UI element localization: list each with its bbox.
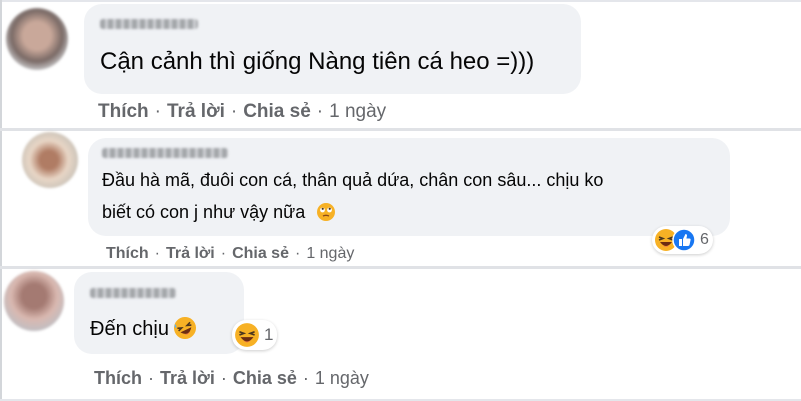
avatar[interactable] [22, 132, 78, 188]
comment-actions: Thích · Trả lời · Chia sẻ · 1 ngày [98, 101, 386, 123]
timestamp[interactable]: 1 ngày [306, 245, 354, 263]
reply-link[interactable]: Trả lời [160, 368, 215, 389]
share-link[interactable]: Chia sẻ [243, 101, 311, 123]
timestamp[interactable]: 1 ngày [315, 368, 369, 389]
like-link[interactable]: Thích [94, 368, 142, 389]
crop-divider [0, 128, 801, 131]
separator: · [220, 368, 227, 388]
comment-text-content: Đến chịu [90, 318, 169, 340]
comment-thread: Cận cảnh thì giống Nàng tiên cá heo =)))… [0, 0, 801, 401]
haha-reaction-icon [235, 323, 259, 347]
like-link[interactable]: Thích [98, 101, 149, 123]
timestamp[interactable]: 1 ngày [329, 101, 386, 123]
avatar[interactable] [6, 8, 68, 70]
reaction-summary[interactable]: 6 [652, 226, 713, 254]
frame-border-left [0, 0, 2, 401]
comment-bubble: Đến chịu [74, 272, 244, 354]
reply-link[interactable]: Trả lời [166, 245, 215, 263]
author-name-redacted[interactable] [90, 288, 176, 298]
avatar[interactable] [4, 271, 64, 331]
comment-text-line-2: biết có con j như vậy nữa [102, 202, 336, 223]
reaction-count: 1 [264, 325, 274, 344]
separator: · [154, 101, 161, 122]
frame-border-top [0, 0, 801, 2]
author-name-redacted[interactable] [100, 19, 198, 29]
separator: · [230, 101, 238, 122]
comment-text-line-1: Đầu hà mã, đuôi con cá, thân quả dứa, ch… [102, 170, 604, 190]
separator: · [220, 245, 227, 262]
like-link[interactable]: Thích [106, 245, 149, 263]
share-link[interactable]: Chia sẻ [232, 245, 289, 263]
crop-divider [0, 266, 801, 269]
separator: · [294, 245, 301, 262]
share-link[interactable]: Chia sẻ [233, 368, 297, 389]
separator: · [154, 245, 160, 262]
comment-text: Cận cảnh thì giống Nàng tiên cá heo =))) [100, 48, 535, 75]
comment-text-line-2-content: biết có con j như vậy nữa [102, 202, 306, 222]
reaction-summary[interactable]: 1 [232, 320, 278, 350]
like-reaction-icon [672, 228, 696, 252]
comment-text: Đến chịu [90, 316, 197, 341]
separator: · [316, 101, 324, 122]
comment-actions: Thích · Trả lời · Chia sẻ · 1 ngày [106, 245, 354, 263]
comment-actions: Thích · Trả lời · Chia sẻ · 1 ngày [94, 368, 369, 389]
eye-roll-emoji-icon [317, 202, 336, 221]
comment-bubble: Đầu hà mã, đuôi con cá, thân quả dứa, ch… [88, 138, 730, 236]
reply-link[interactable]: Trả lời [167, 101, 225, 123]
reaction-count: 6 [700, 231, 709, 248]
comment-bubble: Cận cảnh thì giống Nàng tiên cá heo =))) [84, 4, 581, 94]
rofl-emoji-icon [173, 316, 196, 339]
separator: · [148, 368, 154, 388]
separator: · [302, 368, 309, 388]
author-name-redacted[interactable] [102, 148, 228, 158]
